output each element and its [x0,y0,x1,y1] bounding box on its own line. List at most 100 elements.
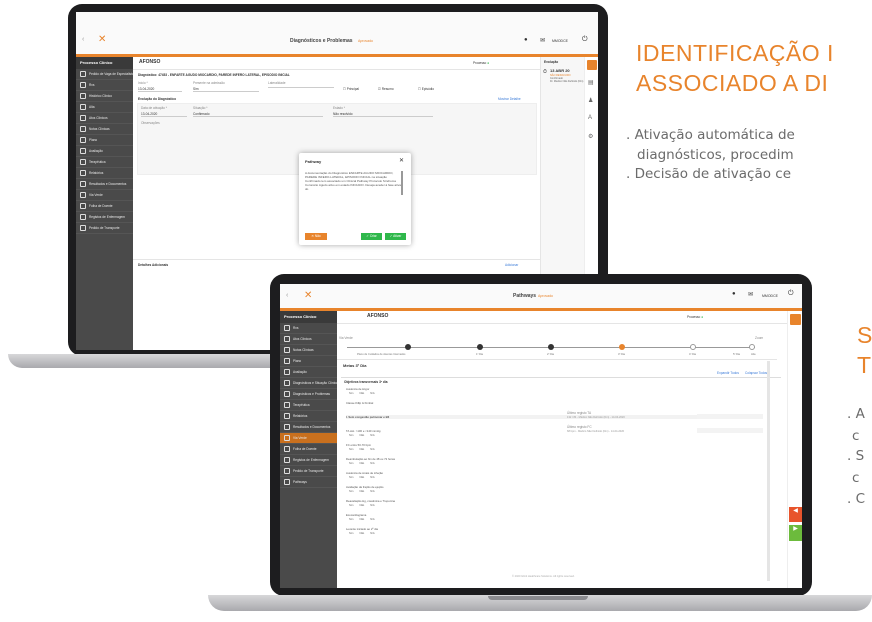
sidebar-item[interactable]: Diagnósticos e Problemas [280,389,337,400]
sidebar-item[interactable]: Terapêutica [280,400,337,411]
estado-select[interactable]: Não resolvido [333,112,433,117]
timeline-node-2[interactable] [477,344,483,350]
settings-icon[interactable]: ⚙ [588,133,593,140]
option-radio[interactable]: Sim [349,448,353,451]
sidebar-item[interactable]: Plano [76,135,133,146]
resumo-checkbox[interactable]: ☑ Resumo [378,87,394,91]
episodio-checkbox[interactable]: ☐ Episódio [418,87,434,91]
sidebar-item[interactable]: Relatórios [76,168,133,179]
sidebar-item[interactable]: Alta [76,102,133,113]
sidebar-item[interactable]: Folha de Doente [280,444,337,455]
option-radio[interactable]: Não [359,504,364,507]
objective-options[interactable]: Sim Não N/A [349,476,381,479]
collapse-all-link[interactable]: Colapsar Todos [745,371,767,375]
adicionar-link[interactable]: Adicionar [505,263,518,267]
side-panel-button[interactable] [587,60,597,70]
sidebar-item[interactable]: Resultados e Documentos [76,179,133,190]
modal-no-button[interactable]: ✕ Não [305,233,327,240]
sidebar-item[interactable]: Diagnósticos e Situação Clínica [280,378,337,389]
sidebar-item[interactable]: Via Verde [76,190,133,201]
option-radio[interactable]: N/A [370,392,374,395]
sidebar-item[interactable]: Folha de Doente [76,201,133,212]
font-icon[interactable]: A [588,115,592,121]
scrollbar[interactable] [767,361,770,581]
option-radio[interactable]: Não [359,476,364,479]
objective-options[interactable]: Sim Não N/A [349,392,381,395]
back-chevron-icon-2[interactable]: ‹ [286,292,288,299]
sidebar-item[interactable]: Relatórios [280,411,337,422]
sidebar-item[interactable]: Via Verde [280,433,337,444]
option-radio[interactable]: Não [359,518,364,521]
timeline-node-1[interactable] [405,344,411,350]
option-radio[interactable]: Sim [349,462,353,465]
sidebar-item[interactable]: Atos Clínicos [280,334,337,345]
principal-checkbox[interactable]: ☐ Principal [343,87,359,91]
sidebar-item[interactable]: Rxs [280,323,337,334]
notifications-icon-2[interactable]: ● [732,291,736,297]
option-radio[interactable]: Não [359,532,364,535]
sidebar-item[interactable]: Avaliação [76,146,133,157]
mail-icon-2[interactable]: ✉ [748,291,753,298]
sidebar-item[interactable]: Plano [280,356,337,367]
option-radio[interactable]: Não [359,490,364,493]
option-radio[interactable]: N/A [370,476,374,479]
situacao-select[interactable]: Confirmado [193,112,323,117]
option-radio[interactable]: Sim [349,392,353,395]
expand-all-link[interactable]: Expandir Todos [717,371,739,375]
option-radio[interactable]: N/A [370,448,374,451]
modal-create-button[interactable]: ✓ Criar [361,233,382,240]
option-radio[interactable]: N/A [370,434,374,437]
sidebar-item[interactable]: Pathways [280,477,337,488]
option-radio[interactable]: N/A [370,504,374,507]
objective-options[interactable]: Sim Não N/A [349,490,381,493]
timeline-node-4[interactable] [619,344,625,350]
reg-fc-input[interactable] [697,428,763,433]
timeline-node-6[interactable] [749,344,755,350]
previous-button[interactable]: ◀ [789,507,802,522]
sidebar-item[interactable]: Pedido de Transporte [280,466,337,477]
sidebar-item[interactable]: Notas Clínicas [280,345,337,356]
option-radio[interactable]: Sim [349,504,353,507]
modal-activate-button[interactable]: ✓ Ativar [385,233,406,240]
sidebar-item[interactable]: Avaliação [280,367,337,378]
sidebar-item[interactable]: Registos de Enfermagem [280,455,337,466]
objective-options[interactable]: Sim Não N/A [349,532,381,535]
option-radio[interactable]: N/A [370,462,374,465]
next-button[interactable]: ▶ [789,525,802,541]
sidebar-item[interactable]: Resultados e Documentos [280,422,337,433]
sidebar-item[interactable]: Pedido de Vaga de Especialista [76,69,133,80]
sidebar-item[interactable]: Registos de Enfermagem [76,212,133,223]
presente-select[interactable]: Sim [193,87,259,92]
data-ativ-input[interactable]: 13-04-2020 [141,112,187,117]
sidebar-item[interactable]: Terapêutica [76,157,133,168]
notifications-icon[interactable]: ● [524,37,528,43]
reg-ta-input[interactable] [697,414,763,419]
option-radio[interactable]: Sim [349,476,353,479]
option-radio[interactable]: Sim [349,490,353,493]
sidebar-item[interactable]: Rxs [76,80,133,91]
mostrar-detalhe-link[interactable]: Mostrar Detalhe [498,97,521,101]
option-radio[interactable]: Não [359,434,364,437]
back-chevron-icon[interactable]: ‹ [82,36,84,43]
lateralidade-select[interactable] [268,87,334,88]
sidebar-item[interactable]: Notas Clínicas [76,124,133,135]
timeline-node-3[interactable] [548,344,554,350]
user-icon[interactable]: ♟ [588,97,593,104]
sidebar-item[interactable]: Pedido de Transporte [76,223,133,234]
power-icon[interactable]: ⏻ [582,36,588,44]
zoom-label[interactable]: Zoom [755,336,763,340]
objective-options[interactable]: Sim Não N/A [349,462,381,465]
objective-options[interactable]: Sim Não N/A [349,448,381,451]
objective-options[interactable]: Sim Não N/A [349,518,381,521]
option-radio[interactable]: Não [359,448,364,451]
sidebar-item[interactable]: Atos Clínicos [76,113,133,124]
objective-options[interactable]: Sim Não N/A [349,434,381,437]
sidebar-item[interactable]: Histórico Clínico [76,91,133,102]
option-radio[interactable]: Sim [349,532,353,535]
user-name[interactable]: MMODCE [552,39,568,43]
option-radio[interactable]: N/A [370,532,374,535]
option-radio[interactable]: Sim [349,434,353,437]
mail-icon[interactable]: ✉ [540,37,545,44]
objective-options[interactable]: Sim Não N/A [349,504,381,507]
inicio-input[interactable]: 13-04-2020 [138,87,182,92]
